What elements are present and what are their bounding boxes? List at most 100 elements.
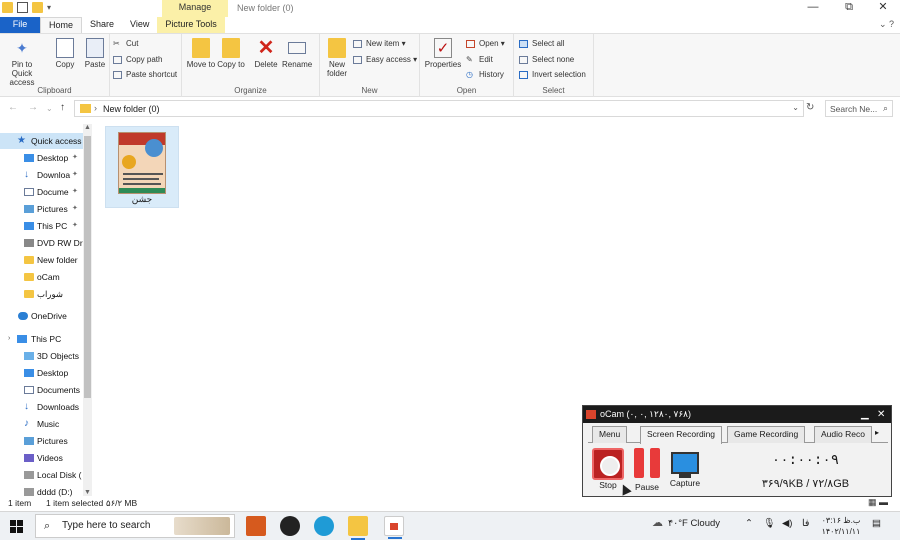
notification-icon[interactable]: ▤ xyxy=(872,518,881,529)
tab-picture-tools[interactable]: Picture Tools xyxy=(157,17,225,33)
capture-button[interactable]: Capture xyxy=(667,448,703,488)
tab-home[interactable]: Home xyxy=(40,17,83,33)
view-toggle-icons[interactable]: ▦ ▬ xyxy=(868,497,888,508)
tab-share[interactable]: Share xyxy=(82,17,122,33)
powerpoint-app-icon[interactable] xyxy=(246,516,266,536)
thumbnail-text-line xyxy=(123,183,161,185)
ocam-tab-screen-recording[interactable]: Screen Recording xyxy=(640,426,723,444)
search-input[interactable]: Search Ne... ⌕ xyxy=(825,100,893,117)
weather-text[interactable]: ۴۰°F Cloudy xyxy=(668,518,720,529)
ocam-tab-audio-recording[interactable]: Audio Reco xyxy=(814,426,872,443)
sidebar-item-downloads-pc[interactable]: ↓ Downloads xyxy=(0,399,83,415)
tab-view[interactable]: View xyxy=(122,17,157,33)
address-path[interactable]: New folder (0) xyxy=(103,104,160,114)
back-arrow-icon[interactable]: ← xyxy=(8,102,18,113)
scroll-down-icon[interactable]: ▼ xyxy=(84,489,91,496)
refresh-icon[interactable]: ↻ xyxy=(806,102,814,113)
sidebar-item-ocam[interactable]: oCam xyxy=(0,269,83,285)
forward-arrow-icon[interactable]: → xyxy=(28,102,38,113)
file-item[interactable]: جشن xyxy=(105,126,179,208)
new-folder-icon[interactable] xyxy=(32,2,43,13)
move-to-button[interactable]: Move to xyxy=(186,38,216,69)
sidebar-item-documents-pc[interactable]: Documents xyxy=(0,382,83,398)
microphone-icon[interactable]: 🎙 xyxy=(763,518,775,529)
sidebar-item-shorab[interactable]: شوراب xyxy=(0,286,83,302)
manage-context-tab[interactable]: Manage xyxy=(162,0,228,17)
help-chevron-icon[interactable]: ⌄ ? xyxy=(879,19,894,30)
address-bar[interactable]: › New folder (0) ⌄ xyxy=(74,100,804,117)
sidebar-item-music[interactable]: ♪ Music xyxy=(0,416,83,432)
pin-to-quick-access-button[interactable]: ✦ Pin to Quick access xyxy=(4,38,40,87)
sidebar-item-this-pc-quick[interactable]: This PC ✦ xyxy=(0,218,83,234)
ocam-close-button[interactable]: ✕ xyxy=(877,406,885,423)
sidebar-item-downloads[interactable]: ↓ Downloa ✦ xyxy=(0,167,83,183)
sidebar-item-pictures[interactable]: Pictures ✦ xyxy=(0,201,83,217)
edit-button[interactable]: ✎ Edit xyxy=(466,54,493,66)
new-item-button[interactable]: New item ▾ xyxy=(353,38,406,50)
tab-file[interactable]: File xyxy=(0,17,40,33)
history-button[interactable]: ◷ History xyxy=(466,69,504,81)
edge-browser-icon[interactable] xyxy=(314,516,334,536)
invert-selection-button[interactable]: Invert selection xyxy=(519,69,586,81)
sidebar-item-desktop[interactable]: Desktop ✦ xyxy=(0,150,83,166)
sidebar-item-dvd-drive[interactable]: DVD RW Dr xyxy=(0,235,83,251)
app-icon[interactable] xyxy=(280,516,300,536)
clock[interactable]: ۰۳:۱۶ ب.ظ ۱۴۰۲/۱۱/۱۱ xyxy=(818,515,864,537)
stop-button[interactable]: Stop xyxy=(590,448,626,490)
taskbar-search-input[interactable]: ⌕ Type here to search xyxy=(35,514,235,538)
open-button[interactable]: Open ▾ xyxy=(466,38,505,50)
address-row: ← → ⌄ ↑ › New folder (0) ⌄ ↻ Search Ne..… xyxy=(0,99,900,119)
sidebar-item-onedrive[interactable]: OneDrive xyxy=(0,308,83,324)
chevron-right-icon[interactable]: › xyxy=(94,103,97,113)
recent-chevron-icon[interactable]: ⌄ xyxy=(46,104,53,113)
scroll-up-icon[interactable]: ▲ xyxy=(84,124,91,131)
sidebar-item-documents[interactable]: Docume ✦ xyxy=(0,184,83,200)
minimize-button[interactable]: — xyxy=(796,0,830,17)
select-none-button[interactable]: Select none xyxy=(519,54,574,66)
pause-button[interactable]: Pause xyxy=(629,448,665,492)
sidebar-item-quick-access[interactable]: ★ Quick access xyxy=(0,133,83,149)
restore-button[interactable]: ⧉ xyxy=(832,0,866,17)
sidebar-item-local-disk[interactable]: Local Disk ( xyxy=(0,467,83,483)
ocam-tab-game-recording[interactable]: Game Recording xyxy=(727,426,806,443)
new-folder-button[interactable]: New folder xyxy=(322,38,352,78)
up-arrow-icon[interactable]: ↑ xyxy=(60,102,65,113)
properties-icon[interactable] xyxy=(17,2,28,13)
sidebar-item-3d-objects[interactable]: 3D Objects xyxy=(0,348,83,364)
copy-button[interactable]: Copy xyxy=(50,38,80,69)
sidebar-item-desktop-pc[interactable]: Desktop xyxy=(0,365,83,381)
paste-button[interactable]: Paste xyxy=(80,38,110,69)
sidebar-item-label: This PC xyxy=(31,334,62,344)
ocam-app-icon[interactable] xyxy=(384,516,404,539)
properties-button[interactable]: ✓ Properties xyxy=(423,38,463,69)
file-explorer-icon[interactable] xyxy=(348,516,368,540)
sidebar-item-label: Music xyxy=(37,419,60,429)
nav-scrollbar[interactable]: ▲ ▼ xyxy=(83,124,92,496)
delete-button[interactable]: ✕ Delete xyxy=(251,38,281,69)
language-indicator[interactable]: فا xyxy=(802,518,809,529)
address-dropdown-icon[interactable]: ⌄ xyxy=(792,103,799,112)
computer-icon xyxy=(17,335,27,343)
sidebar-item-new-folder[interactable]: New folder xyxy=(0,252,83,268)
sidebar-item-videos[interactable]: Videos xyxy=(0,450,83,466)
cloud-weather-icon[interactable]: ☁ xyxy=(652,516,663,529)
sidebar-item-pictures-pc[interactable]: Pictures xyxy=(0,433,83,449)
easy-access-button[interactable]: Easy access ▾ xyxy=(353,54,417,66)
new-folder-icon xyxy=(328,38,346,58)
quick-access-toolbar: ▾ xyxy=(2,2,51,13)
sidebar-item-this-pc[interactable]: This PC xyxy=(0,331,83,347)
scrollbar-thumb[interactable] xyxy=(84,136,91,398)
ocam-tab-menu[interactable]: Menu xyxy=(592,426,628,443)
close-button[interactable]: ✕ xyxy=(866,0,900,17)
sidebar-item-d-drive[interactable]: dddd (D:) xyxy=(0,484,83,497)
tabs-scroll-right-icon[interactable]: ▸ xyxy=(875,428,879,437)
tray-chevron-icon[interactable]: ⌃ xyxy=(745,518,753,529)
select-all-button[interactable]: Select all xyxy=(519,38,564,50)
ocam-minimize-button[interactable]: ▁ xyxy=(861,406,869,423)
expand-chevron-icon[interactable]: › xyxy=(8,335,10,342)
rename-button[interactable]: Rename xyxy=(282,38,312,69)
copy-to-button[interactable]: Copy to xyxy=(216,38,246,69)
chevron-down-icon[interactable]: ▾ xyxy=(47,3,51,12)
start-windows-icon[interactable] xyxy=(10,520,23,533)
speaker-icon[interactable]: ◀) xyxy=(782,518,792,529)
